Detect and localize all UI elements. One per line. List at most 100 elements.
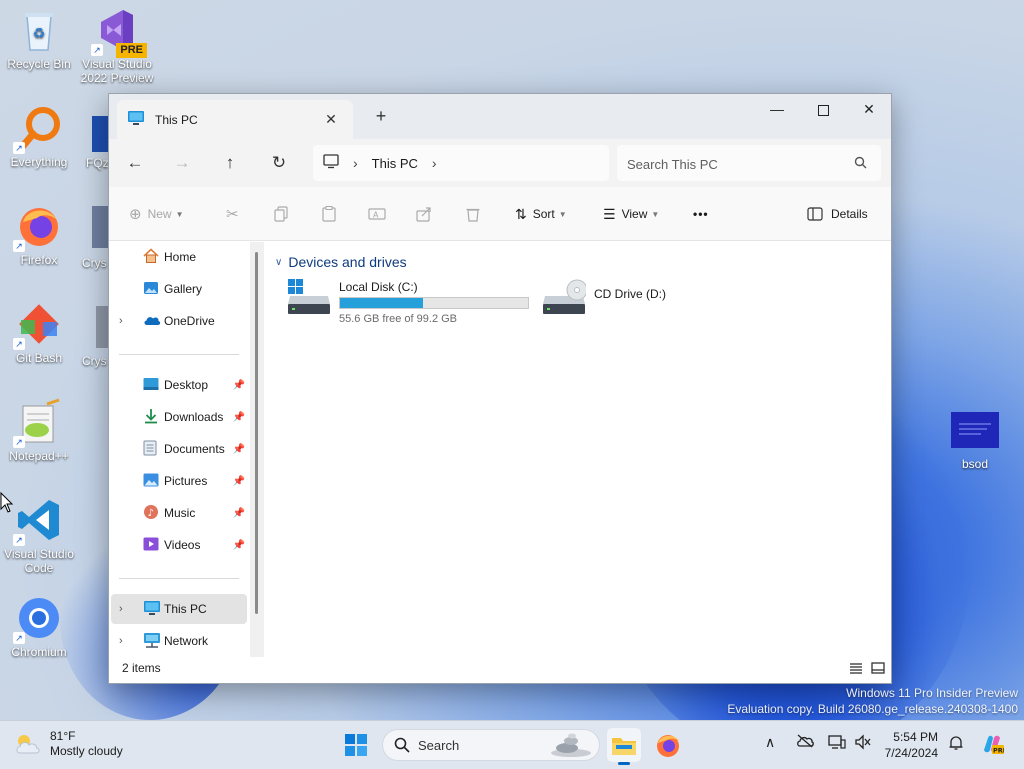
desktop-icon-notepad-plus-plus[interactable]: ↗ Notepad++ bbox=[1, 398, 77, 463]
desktop-icon-chromium[interactable]: ↗ Chromium bbox=[1, 594, 77, 659]
tiles-view-button[interactable] bbox=[871, 661, 887, 677]
copy-button[interactable] bbox=[273, 201, 289, 227]
desktop-icon-git-bash[interactable]: ↗ Git Bash bbox=[1, 300, 77, 365]
git-bash-icon: ↗ bbox=[13, 300, 63, 350]
copilot-icon[interactable]: PRE bbox=[980, 732, 1007, 759]
sidebar-item-music[interactable]: ♪ Music 📌 bbox=[111, 498, 247, 528]
chevron-right-icon[interactable]: › bbox=[119, 635, 123, 647]
drive-free-space: 55.6 GB free of 99.2 GB bbox=[339, 313, 458, 325]
sidebar-divider bbox=[119, 578, 239, 579]
back-button[interactable]: ← bbox=[121, 149, 149, 177]
pin-icon[interactable]: 📌 bbox=[233, 508, 245, 519]
rename-button[interactable]: A bbox=[368, 201, 386, 227]
desktop-folder-icon bbox=[143, 377, 159, 394]
desktop-icon-everything[interactable]: ↗ Everything bbox=[1, 104, 77, 169]
taskbar-search-box[interactable]: Search bbox=[382, 729, 600, 761]
share-button[interactable] bbox=[416, 201, 432, 227]
view-button[interactable]: ☰ View ▼ bbox=[603, 201, 659, 227]
visual-studio-icon: PRE ↗ bbox=[91, 6, 147, 58]
search-box[interactable] bbox=[617, 145, 881, 181]
sidebar-item-this-pc[interactable]: › This PC bbox=[111, 594, 247, 624]
drive-usage-fill bbox=[340, 298, 423, 308]
sidebar-item-desktop[interactable]: Desktop 📌 bbox=[111, 370, 247, 400]
firefox-icon: ↗ bbox=[13, 202, 63, 252]
drive-name: Local Disk (C:) bbox=[339, 280, 418, 294]
music-icon: ♪ bbox=[143, 504, 159, 523]
shortcut-arrow-icon: ↗ bbox=[13, 534, 25, 546]
home-icon bbox=[143, 247, 159, 267]
partial-desktop-icon bbox=[92, 206, 108, 248]
maximize-button[interactable] bbox=[800, 94, 846, 124]
sidebar-item-videos[interactable]: Videos 📌 bbox=[111, 530, 247, 560]
forward-button[interactable]: → bbox=[168, 149, 196, 177]
chevron-right-icon[interactable]: › bbox=[119, 315, 123, 327]
sidebar-item-downloads[interactable]: Downloads 📌 bbox=[111, 402, 247, 432]
sidebar-item-pictures[interactable]: Pictures 📌 bbox=[111, 466, 247, 496]
new-tab-button[interactable]: + bbox=[371, 106, 391, 127]
pin-icon[interactable]: 📌 bbox=[233, 444, 245, 455]
recycle-bin-icon: ♻ bbox=[15, 6, 63, 54]
breadcrumb-chevron-icon[interactable]: › bbox=[353, 155, 358, 171]
copy-icon bbox=[274, 206, 288, 222]
sidebar-item-home[interactable]: Home bbox=[111, 242, 247, 272]
close-window-button[interactable]: ✕ bbox=[846, 94, 892, 124]
details-pane-button[interactable]: Details bbox=[807, 201, 868, 227]
group-header-devices-and-drives[interactable]: ∨ Devices and drives bbox=[275, 254, 407, 270]
up-button[interactable]: ↑ bbox=[216, 149, 244, 177]
cloud-offline-icon[interactable] bbox=[796, 734, 814, 751]
sidebar-item-onedrive[interactable]: › OneDrive bbox=[111, 306, 247, 336]
details-view-button[interactable] bbox=[849, 661, 865, 677]
sidebar-item-gallery[interactable]: Gallery bbox=[111, 274, 247, 304]
paste-button[interactable] bbox=[321, 201, 337, 227]
tiles-view-icon bbox=[871, 662, 885, 674]
cut-button[interactable]: ✂ bbox=[226, 201, 239, 227]
navigation-pane: Home Gallery › OneDrive Desktop 📌 Downlo… bbox=[109, 242, 263, 662]
pin-icon[interactable]: 📌 bbox=[233, 540, 245, 551]
pin-icon[interactable]: 📌 bbox=[233, 380, 245, 391]
more-options-button[interactable]: ••• bbox=[693, 201, 709, 227]
refresh-button[interactable]: ↻ bbox=[265, 149, 293, 177]
drive-cd-d[interactable]: CD Drive (D:) bbox=[542, 278, 742, 322]
new-button[interactable]: ⊕ New ▼ bbox=[129, 201, 184, 227]
sort-icon: ⇅ bbox=[515, 205, 527, 222]
notification-bell-icon[interactable] bbox=[948, 735, 964, 754]
status-bar: 2 items bbox=[109, 657, 891, 683]
sidebar-item-network[interactable]: › Network bbox=[111, 626, 247, 656]
drive-local-disk-c[interactable]: Local Disk (C:) 55.6 GB free of 99.2 GB bbox=[287, 278, 537, 325]
desktop-icon-firefox[interactable]: ↗ Firefox bbox=[1, 202, 77, 267]
start-button[interactable] bbox=[339, 728, 373, 762]
volume-muted-icon[interactable] bbox=[854, 734, 872, 753]
address-bar[interactable]: › This PC › bbox=[313, 145, 609, 181]
system-clock[interactable]: 5:54 PM 7/24/2024 bbox=[884, 729, 938, 761]
breadcrumb-this-pc[interactable]: This PC bbox=[372, 156, 418, 171]
partial-desktop-label: FQz bbox=[86, 156, 109, 170]
search-highlight-stones-icon bbox=[551, 733, 591, 757]
tab-this-pc[interactable]: This PC ✕ bbox=[117, 100, 353, 139]
navigation-bar: ← → ↑ ↻ › This PC › bbox=[109, 139, 891, 187]
sidebar-item-documents[interactable]: Documents 📌 bbox=[111, 434, 247, 464]
details-pane-icon bbox=[807, 207, 823, 221]
delete-button[interactable] bbox=[465, 201, 481, 227]
sidebar-scrollbar[interactable] bbox=[255, 252, 258, 614]
weather-widget[interactable]: 81°F Mostly cloudy bbox=[14, 729, 123, 759]
svg-text:A: A bbox=[373, 211, 379, 220]
desktop-icon-visual-studio-preview[interactable]: PRE ↗ Visual Studio 2022 Preview bbox=[79, 6, 155, 85]
svg-text:♻: ♻ bbox=[33, 26, 46, 42]
search-input[interactable] bbox=[625, 153, 849, 175]
close-tab-icon[interactable]: ✕ bbox=[323, 111, 339, 127]
pin-icon[interactable]: 📌 bbox=[233, 476, 245, 487]
desktop-icon-recycle-bin[interactable]: ♻ Recycle Bin bbox=[1, 6, 77, 71]
taskbar-file-explorer-button[interactable] bbox=[607, 728, 641, 765]
bsod-image-icon bbox=[951, 412, 999, 448]
chevron-right-icon[interactable]: › bbox=[119, 603, 123, 615]
taskbar-firefox-button[interactable] bbox=[651, 728, 685, 762]
desktop-icon-bsod[interactable]: bsod bbox=[937, 408, 1013, 471]
content-pane: ∨ Devices and drives Local Disk (C:) 55.… bbox=[265, 242, 891, 662]
breadcrumb-chevron-icon[interactable]: › bbox=[432, 155, 437, 171]
display-network-icon[interactable] bbox=[828, 734, 846, 753]
show-hidden-icons-button[interactable]: ∧ bbox=[765, 734, 775, 751]
pin-icon[interactable]: 📌 bbox=[233, 412, 245, 423]
shortcut-arrow-icon: ↗ bbox=[13, 338, 25, 350]
minimize-button[interactable]: — bbox=[754, 94, 800, 124]
sort-button[interactable]: ⇅ Sort ▼ bbox=[515, 201, 567, 227]
